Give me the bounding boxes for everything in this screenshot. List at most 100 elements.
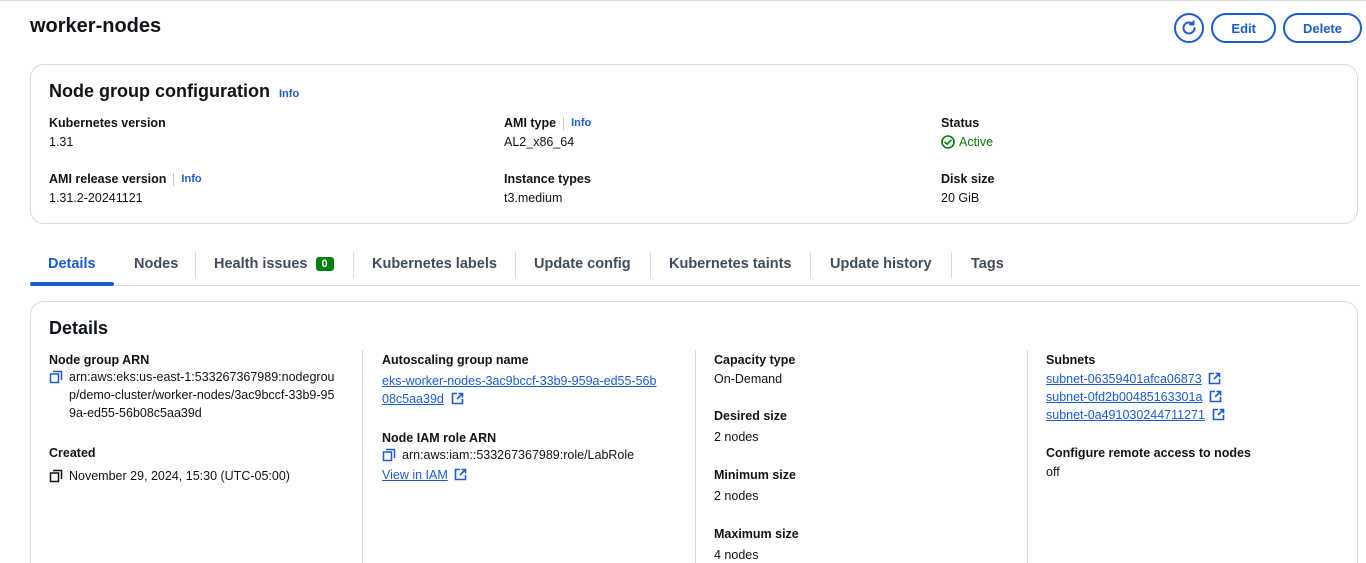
asg-name-label: Autoscaling group name	[382, 353, 529, 367]
created-label: Created	[49, 446, 96, 460]
maximum-size-value: 4 nodes	[714, 548, 759, 562]
asg-name-row: eks-worker-nodes-3ac9bccf-33b9-959a-ed55…	[382, 372, 662, 408]
disk-size-value: 20 GiB	[941, 191, 980, 205]
view-in-iam-row: View in IAM	[382, 466, 682, 484]
node-group-configuration-card: Node group configuration Info Kubernetes…	[30, 64, 1358, 224]
node-iam-role-label: Node IAM role ARN	[382, 431, 497, 445]
created: Created November 29, 2024, 15:30 (UTC-05…	[49, 445, 349, 485]
tab-tags[interactable]: Tags	[971, 256, 1004, 272]
kubernetes-version-value: 1.31	[49, 135, 74, 149]
tab-label: Update config	[534, 256, 631, 272]
remote-access-label: Configure remote access to nodes	[1046, 446, 1251, 460]
external-link-icon[interactable]	[451, 392, 464, 405]
tab-kubernetes-labels[interactable]: Kubernetes labels	[372, 256, 497, 272]
top-divider	[0, 0, 1366, 1]
copy-icon[interactable]	[49, 469, 63, 483]
refresh-icon	[1182, 20, 1196, 35]
capacity-type: Capacity type On-Demand	[714, 352, 795, 388]
external-link-icon[interactable]	[1212, 408, 1225, 421]
tab-label: Health issues	[214, 256, 308, 272]
external-link-icon[interactable]	[454, 468, 467, 481]
page-title: worker-nodes	[30, 15, 162, 37]
subnets: Subnets subnet-06359401afca06873 subnet-…	[1046, 352, 1225, 424]
tab-label: Nodes	[134, 256, 179, 272]
asg-name-link[interactable]: eks-worker-nodes-3ac9bccf-33b9-959a-ed55…	[382, 374, 656, 406]
tab-label: Details	[48, 256, 96, 272]
ami-type-value: AL2_x86_64	[504, 135, 575, 149]
disk-size: Disk size 20 GiB	[941, 171, 995, 207]
maximum-size-label: Maximum size	[714, 527, 799, 541]
edit-button[interactable]: Edit	[1211, 13, 1276, 43]
tab-divider	[195, 252, 196, 278]
tab-divider	[650, 252, 651, 278]
ami-type-info-link[interactable]: Info	[571, 115, 591, 131]
minimum-size-label: Minimum size	[714, 468, 796, 482]
node-group-arn: Node group ARN arn:aws:eks:us-east-1:533…	[49, 352, 349, 422]
ami-type: AMI type Info AL2_x86_64	[504, 115, 591, 151]
separator	[173, 172, 175, 186]
node-iam-role-arn: Node IAM role ARN arn:aws:iam::533267367…	[382, 430, 682, 484]
status-text: Active	[959, 135, 994, 149]
tab-health-issues[interactable]: Health issues 0	[214, 256, 334, 272]
tab-label: Kubernetes labels	[372, 256, 497, 272]
minimum-size-value: 2 nodes	[714, 489, 759, 503]
tab-update-history[interactable]: Update history	[830, 256, 932, 272]
view-in-iam-link[interactable]: View in IAM	[382, 468, 448, 482]
delete-button[interactable]: Delete	[1282, 13, 1362, 43]
autoscaling-group-name: Autoscaling group name eks-worker-nodes-…	[382, 352, 672, 408]
tab-update-config[interactable]: Update config	[534, 256, 631, 272]
status: Status Active	[941, 115, 993, 151]
subnet-item: subnet-0fd2b00485163301a	[1046, 388, 1225, 406]
config-title: Node group configuration Info	[49, 81, 299, 102]
tab-divider	[353, 252, 354, 278]
instance-types-value: t3.medium	[504, 191, 563, 205]
refresh-button[interactable]	[1174, 13, 1205, 43]
node-group-arn-value: arn:aws:eks:us-east-1:533267367989:nodeg…	[69, 370, 335, 420]
column-divider	[362, 350, 363, 563]
capacity-type-value: On-Demand	[714, 372, 783, 386]
tab-details[interactable]: Details	[48, 256, 96, 272]
created-value: November 29, 2024, 15:30 (UTC-05:00)	[69, 469, 290, 483]
tab-label: Update history	[830, 256, 932, 272]
subnet-item: subnet-06359401afca06873	[1046, 370, 1225, 388]
desired-size-value: 2 nodes	[714, 430, 759, 444]
subnet-link[interactable]: subnet-0fd2b00485163301a	[1046, 390, 1202, 404]
column-divider	[695, 350, 696, 563]
tab-divider	[810, 252, 811, 278]
subnet-link[interactable]: subnet-0a491030244711271	[1046, 408, 1205, 422]
tab-bar: Details Nodes Health issues 0 Kubernetes…	[30, 244, 1360, 286]
header-actions: Edit Delete	[1174, 13, 1362, 43]
health-issues-badge: 0	[315, 257, 334, 271]
copy-icon[interactable]	[49, 370, 63, 384]
subnets-label: Subnets	[1046, 353, 1096, 367]
created-row: November 29, 2024, 15:30 (UTC-05:00)	[49, 467, 349, 485]
ami-release-info-link[interactable]: Info	[181, 171, 201, 187]
details-title: Details	[49, 318, 109, 338]
external-link-icon[interactable]	[1208, 372, 1221, 385]
ami-type-label: AMI type Info	[504, 115, 591, 131]
tab-divider	[515, 252, 516, 278]
tab-kubernetes-taints[interactable]: Kubernetes taints	[669, 256, 791, 272]
tab-label: Kubernetes taints	[669, 256, 792, 272]
kubernetes-version-label: Kubernetes version	[49, 116, 166, 130]
tab-nodes[interactable]: Nodes	[134, 256, 178, 272]
minimum-size: Minimum size 2 nodes	[714, 467, 796, 505]
config-title-text: Node group configuration	[49, 81, 270, 101]
details-card: Details Node group ARN arn:aws:eks:us-ea…	[30, 301, 1358, 563]
desired-size-label: Desired size	[714, 409, 787, 423]
external-link-icon[interactable]	[1209, 390, 1222, 403]
ami-release-version: AMI release version Info 1.31.2-20241121	[49, 171, 202, 207]
tab-label: Tags	[971, 256, 1004, 272]
instance-types: Instance types t3.medium	[504, 171, 591, 207]
maximum-size: Maximum size 4 nodes	[714, 526, 799, 563]
capacity-type-label: Capacity type	[714, 353, 796, 367]
instance-types-label: Instance types	[504, 172, 591, 186]
kubernetes-version: Kubernetes version 1.31	[49, 115, 166, 151]
node-group-arn-label: Node group ARN	[49, 353, 150, 367]
config-info-link[interactable]: Info	[279, 88, 299, 100]
subnet-item: subnet-0a491030244711271	[1046, 406, 1225, 424]
ami-release-value: 1.31.2-20241121	[49, 191, 143, 205]
separator	[563, 116, 565, 130]
copy-icon[interactable]	[382, 448, 396, 462]
subnet-link[interactable]: subnet-06359401afca06873	[1046, 372, 1202, 386]
